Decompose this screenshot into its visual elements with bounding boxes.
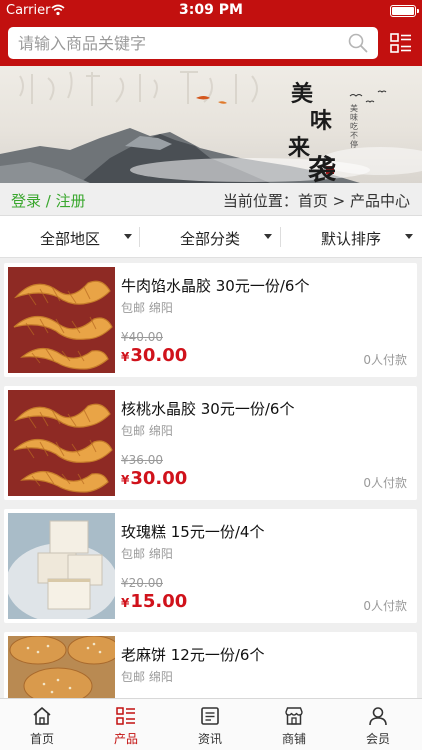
news-icon (201, 707, 219, 725)
tab-shop[interactable]: 商铺 (252, 699, 336, 750)
chevron-down-icon (264, 234, 272, 239)
product-list: 牛肉馅水晶胶 30元一份/6个 包邮 绵阳 ¥40.00 ¥30.00 0人付款 (0, 258, 422, 698)
shop-icon (285, 707, 303, 725)
product-title[interactable]: 老麻饼 12元一份/6个 (121, 644, 264, 665)
product-old-price: ¥20.00 (121, 576, 163, 590)
filter-category-dropdown[interactable]: 全部分类 (140, 216, 281, 258)
product-image (8, 267, 115, 373)
filter-label: 全部分类 (180, 230, 241, 248)
product-price: ¥30.00 (121, 468, 188, 489)
tab-label: 会员 (365, 732, 390, 746)
product-card[interactable]: 玫瑰糕 15元一份/4个 包邮 绵阳 ¥20.00 ¥15.00 0人付款 (4, 509, 417, 623)
product-image (8, 513, 115, 619)
user-icon (369, 707, 387, 726)
product-old-price: ¥40.00 (121, 330, 163, 344)
product-image (8, 636, 115, 698)
product-meta: 包邮 绵阳 (121, 547, 173, 561)
product-card[interactable]: 核桃水晶胶 30元一份/6个 包邮 绵阳 ¥36.00 ¥30.00 0人付款 (4, 386, 417, 500)
product-title[interactable]: 牛肉馅水晶胶 30元一份/6个 (121, 275, 309, 296)
product-title[interactable]: 核桃水晶胶 30元一份/6个 (121, 398, 294, 419)
search-icon[interactable] (348, 33, 368, 53)
product-title[interactable]: 玫瑰糕 15元一份/4个 (121, 521, 264, 542)
battery-icon (390, 5, 419, 17)
login-register-link[interactable]: 登录 / 注册 (11, 190, 86, 211)
tab-label: 首页 (29, 732, 54, 746)
product-price: ¥15.00 (121, 591, 188, 612)
breadcrumb: 当前位置：首页 > 产品中心 (222, 192, 410, 210)
product-meta: 包邮 绵阳 (121, 670, 173, 684)
filter-label: 全部地区 (40, 230, 101, 248)
home-icon (33, 707, 51, 725)
bottom-tab-bar: 首页 产品 资讯 商铺 会员 (0, 698, 422, 750)
promo-banner[interactable]: 美 味 来 袭 美味吃不停 (0, 66, 422, 183)
product-list-icon (116, 707, 135, 725)
banner-title-char: 袭 (308, 153, 337, 183)
banner-title-char: 味 (310, 108, 333, 134)
tab-products[interactable]: 产品 (84, 699, 168, 750)
search-box[interactable] (8, 27, 378, 59)
search-input[interactable] (18, 31, 338, 55)
product-card[interactable]: 牛肉馅水晶胶 30元一份/6个 包邮 绵阳 ¥40.00 ¥30.00 0人付款 (4, 263, 417, 377)
filter-label: 默认排序 (321, 230, 382, 248)
product-meta: 包邮 绵阳 (121, 424, 173, 438)
app-header: Carrier 3:09 PM (0, 0, 422, 66)
tab-label: 产品 (113, 732, 138, 746)
product-sold-count: 0人付款 (363, 353, 407, 367)
banner-title-char: 来 (288, 135, 311, 161)
filter-bar: 全部地区 全部分类 默认排序 (0, 216, 422, 258)
product-sold-count: 0人付款 (363, 599, 407, 613)
product-sold-count: 0人付款 (363, 476, 407, 490)
product-image (8, 390, 115, 496)
product-old-price: ¥36.00 (121, 453, 163, 467)
status-time: 3:09 PM (179, 2, 243, 18)
filter-region-dropdown[interactable]: 全部地区 (0, 216, 140, 258)
tab-member[interactable]: 会员 (336, 699, 420, 750)
breadcrumb-bar: 登录 / 注册 当前位置：首页 > 产品中心 (0, 183, 422, 216)
chevron-down-icon (124, 234, 132, 239)
tab-news[interactable]: 资讯 (168, 699, 252, 750)
tab-label: 资讯 (197, 732, 222, 746)
product-price: ¥30.00 (121, 345, 188, 366)
list-grid-icon[interactable] (389, 31, 413, 55)
chevron-down-icon (405, 234, 413, 239)
tab-label: 商铺 (281, 732, 306, 746)
filter-sort-dropdown[interactable]: 默认排序 (281, 216, 422, 258)
tab-home[interactable]: 首页 (0, 699, 84, 750)
banner-small-text: 美味吃不停 (350, 104, 358, 149)
product-meta: 包邮 绵阳 (121, 301, 173, 315)
product-card[interactable]: 老麻饼 12元一份/6个 包邮 绵阳 (4, 632, 417, 698)
status-bar: Carrier 3:09 PM (0, 0, 422, 22)
